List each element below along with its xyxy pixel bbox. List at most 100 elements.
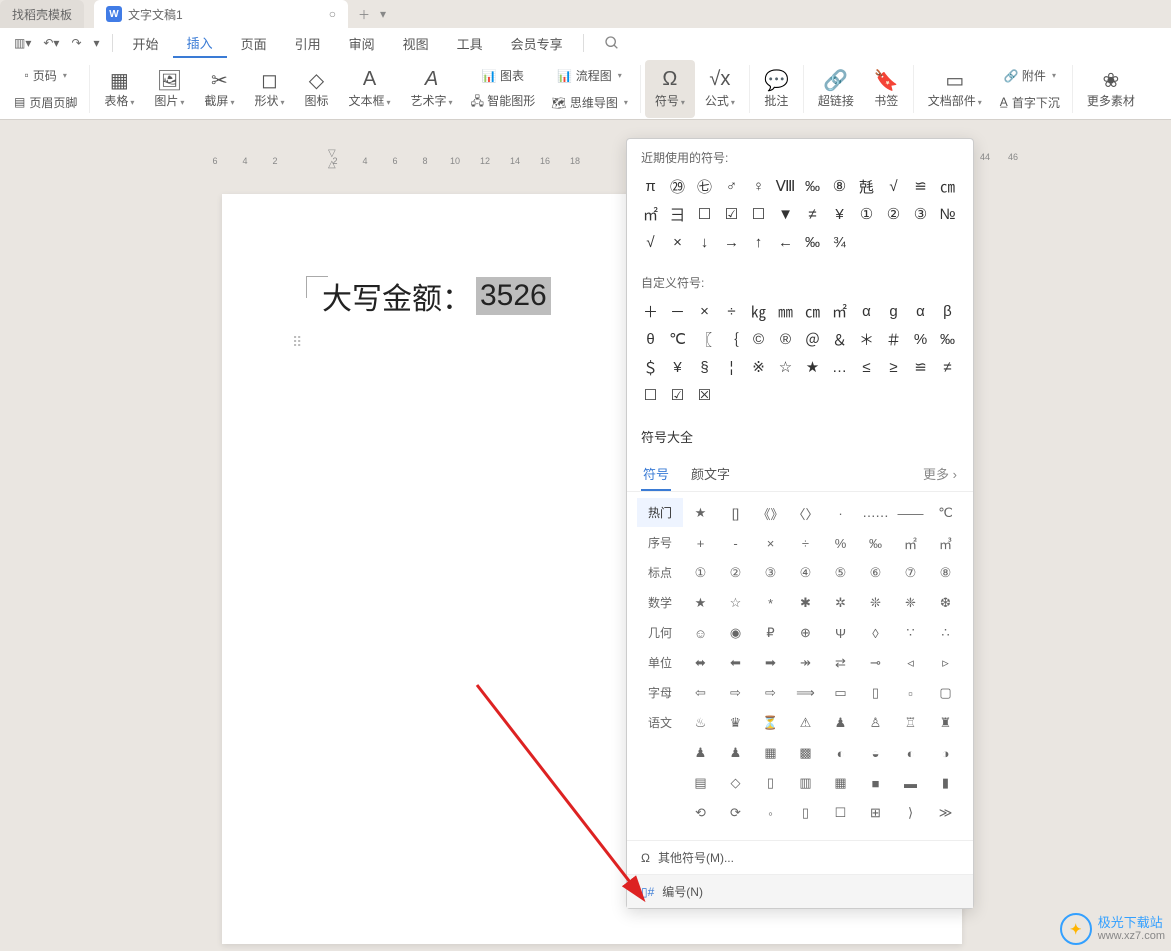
symbol-item[interactable]: ② xyxy=(880,200,907,228)
symbol-item[interactable]: ㎥ xyxy=(928,528,963,558)
menu-review[interactable]: 审阅 xyxy=(335,28,389,58)
menu-view[interactable]: 视图 xyxy=(389,28,443,58)
other-symbols-item[interactable]: Ω 其他符号(M)... xyxy=(627,840,973,874)
symbol-item[interactable]: ♟ xyxy=(823,708,858,738)
symbol-item[interactable]: —— xyxy=(893,498,928,528)
category-item[interactable]: 标点 xyxy=(637,558,683,587)
number-item[interactable]: ▯# 编号(N) xyxy=(627,874,973,908)
menu-start[interactable]: 开始 xyxy=(119,28,173,58)
symbol-item[interactable]: ▭ xyxy=(823,678,858,708)
symbol-item[interactable]: Ψ xyxy=(823,618,858,648)
tab-menu-button[interactable]: ▾ xyxy=(380,7,386,21)
undo-icon[interactable]: ↶▾ xyxy=(37,36,65,50)
symbol-item[interactable]: ⟲ xyxy=(683,798,718,828)
symbol-item[interactable]: ▬ xyxy=(893,768,928,798)
symbol-item[interactable]: ▥ xyxy=(788,768,823,798)
symbol-item[interactable]: ≫ xyxy=(928,798,963,828)
symbol-item[interactable]: ⑥ xyxy=(858,558,893,588)
symbol-item[interactable]: ■ xyxy=(858,768,893,798)
symbol-item[interactable]: ⇨ xyxy=(718,678,753,708)
ribbon-comment[interactable]: 💬批注 xyxy=(754,60,799,118)
symbol-item[interactable]: ♜ xyxy=(928,708,963,738)
menu-member[interactable]: 会员专享 xyxy=(497,28,577,58)
symbol-item[interactable]: ® xyxy=(772,325,799,353)
menu-page[interactable]: 页面 xyxy=(227,28,281,58)
symbol-item[interactable]: ♖ xyxy=(893,708,928,738)
symbol-item[interactable]: ▯ xyxy=(753,768,788,798)
symbol-item[interactable]: ☐ xyxy=(691,200,718,228)
symbol-item[interactable]: ∵ xyxy=(893,618,928,648)
symbol-item[interactable]: × xyxy=(664,228,691,256)
symbol-item[interactable]: ※ xyxy=(745,353,772,381)
symbol-item[interactable]: § xyxy=(691,353,718,381)
symbol-item[interactable]: ℃ xyxy=(928,498,963,528)
drag-handle-icon[interactable]: ⠿ xyxy=(292,334,302,351)
symbol-item[interactable]: ▯ xyxy=(858,678,893,708)
symbol-item[interactable]: ◒ xyxy=(858,738,893,768)
symbol-item[interactable]: √ xyxy=(880,172,907,200)
menu-tools[interactable]: 工具 xyxy=(443,28,497,58)
tab-document[interactable]: W 文字文稿1 ○ xyxy=(94,0,348,28)
symbol-item[interactable]: ㎜ xyxy=(772,297,799,325)
symbol-item[interactable]: ⊸ xyxy=(858,648,893,678)
symbol-item[interactable]: ❆ xyxy=(928,588,963,618)
symbol-item[interactable]: ➡ xyxy=(753,648,788,678)
symbol-item[interactable]: ❊ xyxy=(858,588,893,618)
symbol-item[interactable]: Ⅷ xyxy=(772,172,799,200)
symbol-item[interactable]: ♀ xyxy=(745,172,772,200)
symbol-item[interactable]: ♂ xyxy=(718,172,745,200)
ribbon-docparts[interactable]: ▭文档部件▾ xyxy=(918,60,992,118)
ribbon-table[interactable]: ▦表格▾ xyxy=(94,60,144,118)
symbol-item[interactable]: ⏳ xyxy=(753,708,788,738)
symbol-item[interactable]: ◊ xyxy=(858,618,893,648)
menu-insert[interactable]: 插入 xyxy=(173,28,227,58)
ribbon-flow-group[interactable]: 📊 流程图▾ 🗺 思维导图▾ xyxy=(543,60,636,118)
redo-icon[interactable]: ↷ xyxy=(65,36,87,50)
symbol-item[interactable]: · xyxy=(823,498,858,528)
symbol-item[interactable]: ✱ xyxy=(788,588,823,618)
symbol-item[interactable]: ＆ xyxy=(826,325,853,353)
symbol-item[interactable]: ⇄ xyxy=(823,648,858,678)
symbol-item[interactable]: ⟹ xyxy=(788,678,823,708)
symbol-item[interactable]: ▩ xyxy=(788,738,823,768)
symbol-item[interactable]: ⑧ xyxy=(928,558,963,588)
symbol-item[interactable]: ⬅ xyxy=(718,648,753,678)
symbol-item[interactable]: % xyxy=(823,528,858,558)
symbol-item[interactable]: ↑ xyxy=(745,228,772,256)
ribbon-bookmark[interactable]: 🔖书签 xyxy=(864,60,909,118)
symbol-item[interactable]: → xyxy=(718,228,745,256)
symbol-item[interactable]: ℃ xyxy=(664,325,691,353)
symbol-item[interactable]: ♨ xyxy=(683,708,718,738)
symbol-item[interactable]: ≤ xyxy=(853,353,880,381)
symbol-item[interactable]: ♙ xyxy=(858,708,893,738)
symbol-item[interactable]: ㎏ xyxy=(745,297,772,325)
symbol-item[interactable]: ② xyxy=(718,558,753,588)
symbol-item[interactable]: № xyxy=(934,200,961,228)
category-item[interactable]: 几何 xyxy=(637,618,683,647)
ribbon-formula[interactable]: √x公式▾ xyxy=(695,60,745,118)
symbol-item[interactable]: ★ xyxy=(683,498,718,528)
symbol-item[interactable]: ③ xyxy=(907,200,934,228)
symbol-item[interactable]: ① xyxy=(853,200,880,228)
symbol-item[interactable]: ÷ xyxy=(718,297,745,325)
symbol-item[interactable]: ¾ xyxy=(826,228,853,256)
symbol-item[interactable]: ⇨ xyxy=(753,678,788,708)
symbol-item[interactable]: ☐ xyxy=(823,798,858,828)
symbol-item[interactable]: ◇ xyxy=(718,768,753,798)
symbol-item[interactable]: ♛ xyxy=(718,708,753,738)
symbol-item[interactable]: [] xyxy=(718,498,753,528)
category-item[interactable]: 序号 xyxy=(637,528,683,557)
app-menu-icon[interactable]: ▥▾ xyxy=(8,36,37,50)
category-item[interactable]: 热门 xyxy=(637,498,683,527)
symbol-item[interactable]: … xyxy=(826,353,853,381)
symbol-item[interactable]: ▢ xyxy=(928,678,963,708)
symbol-item[interactable]: ⇦ xyxy=(683,678,718,708)
symbol-item[interactable]: ₽ xyxy=(753,618,788,648)
symbol-item[interactable]: ♟ xyxy=(683,738,718,768)
symbol-item[interactable]: ＠ xyxy=(799,325,826,353)
symbol-item[interactable]: ◉ xyxy=(718,618,753,648)
symbol-item[interactable]: ㎝ xyxy=(799,297,826,325)
symbol-item[interactable]: ㊆ xyxy=(691,172,718,200)
symbol-item[interactable]: - xyxy=(718,528,753,558)
symbol-item[interactable]: ⟳ xyxy=(718,798,753,828)
